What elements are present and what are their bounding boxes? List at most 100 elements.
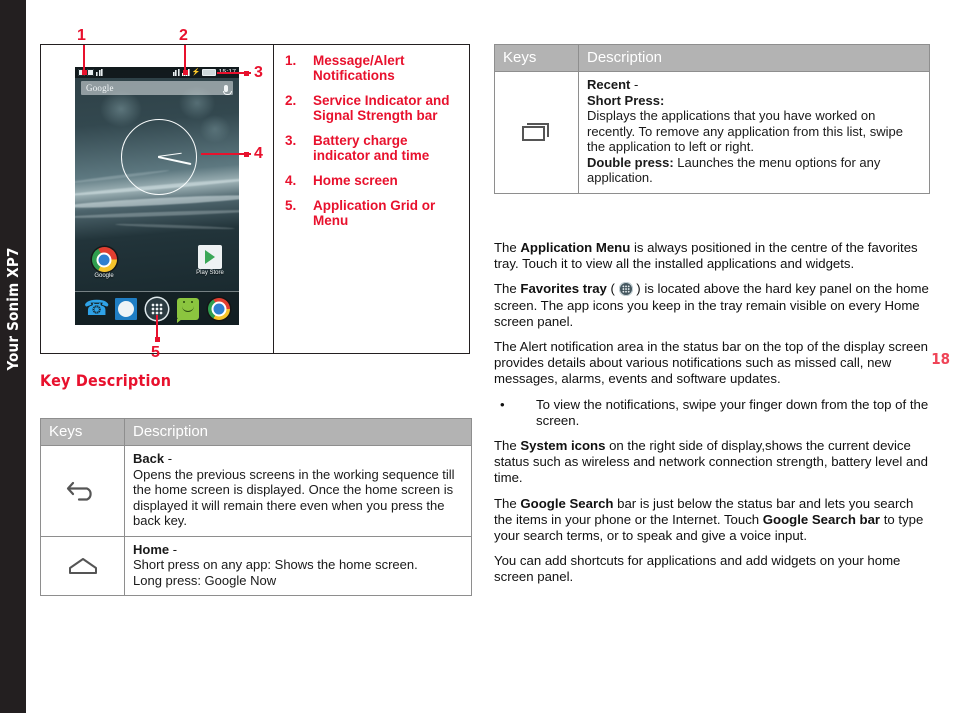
battery-icon: [202, 69, 217, 76]
legend-text: Application Grid or Menu: [313, 198, 436, 228]
paragraph-google-search: The Google Search bar is just below the …: [494, 496, 930, 545]
paragraph-favorites-tray: The Favorites tray ( ) is located above …: [494, 281, 930, 330]
callout-dot-4: [244, 151, 249, 157]
key-subtitle: Short Press:: [587, 92, 665, 108]
legend-number: 2.: [285, 93, 297, 108]
paragraph-shortcuts-widgets: You can add shortcuts for applications a…: [494, 553, 901, 585]
text-run-bold: Google Search: [520, 495, 614, 511]
key-body: Displays the applications that you have …: [587, 108, 903, 154]
legend-text: Message/Alert Notifications: [313, 53, 405, 83]
data-signal-icon: [172, 69, 180, 76]
message-notification-icon: [87, 69, 94, 76]
keys-table: Keys Description Back - Opens the previo…: [40, 418, 472, 596]
figure-panel: ⚡ 15:17 Google Google Play Store ☎: [40, 28, 470, 361]
play-store-icon: [198, 245, 222, 269]
key-dash: -: [169, 541, 178, 557]
key-title: Recent: [587, 77, 631, 92]
shortcut-label: Play Store: [196, 270, 224, 276]
column-header-description: Description: [124, 418, 472, 446]
callout-line-2: [184, 45, 186, 73]
wallpaper-wave: [75, 208, 239, 220]
paragraph-alert-notification: The Alert notification area in the statu…: [494, 339, 928, 387]
table-header-row: Keys Description: [40, 418, 472, 446]
contacts-icon[interactable]: [114, 297, 137, 320]
phone-screenshot: ⚡ 15:17 Google Google Play Store ☎: [75, 67, 239, 325]
home-shortcut-play-store[interactable]: Play Store: [193, 245, 227, 276]
chrome-browser-icon[interactable]: [208, 297, 231, 320]
messaging-icon[interactable]: [177, 297, 200, 323]
description-cell: Home - Short press on any app: Shows the…: [124, 535, 472, 596]
key-dash: -: [630, 77, 639, 92]
key-cell: [40, 535, 125, 596]
text-run: The: [494, 438, 521, 454]
paragraph-system-icons: The System icons on the right side of di…: [494, 438, 930, 487]
legend-item: 2. Service Indicator and Signal Strength…: [285, 93, 461, 123]
key-line-1: Short press on any app: Shows the home s…: [133, 557, 418, 572]
legend-number: 5.: [285, 198, 297, 213]
spine-chapter-label: Your Sonim XP7: [0, 0, 26, 713]
column-header-keys: Keys: [494, 44, 579, 72]
column-header-description: Description: [578, 44, 930, 72]
legend-text: Home screen: [313, 173, 398, 188]
legend-item: 4. Home screen: [285, 173, 461, 188]
legend-number: 4.: [285, 173, 297, 188]
paragraph-application-menu: The Application Menu is always positione…: [494, 240, 930, 272]
wallpaper-wave: [114, 222, 236, 231]
bullet-item: • To view the notifications, swipe your …: [494, 397, 930, 429]
legend-text: Service Indicator and Signal Strength ba…: [313, 93, 450, 123]
section-heading: Key Description: [40, 371, 172, 390]
column-header-keys: Keys: [40, 418, 125, 446]
key-dash: -: [164, 451, 173, 466]
key-cell: [494, 71, 579, 194]
table-header-row: Keys Description: [494, 44, 930, 72]
application-grid-icon: [618, 282, 633, 297]
bullet-text: To view the notifications, swipe your fi…: [536, 396, 929, 428]
key-description-table-right: Keys Description Recent - Short Press: D…: [494, 44, 930, 194]
table-row: Back - Opens the previous screens in the…: [40, 445, 472, 537]
clock-widget: [121, 119, 197, 195]
callout-number-4: 4: [254, 145, 263, 162]
page-number: 18: [931, 350, 950, 368]
wallpaper: [75, 67, 239, 325]
legend-text: Battery charge indicator and time: [313, 133, 430, 163]
key-body: Opens the previous screens in the workin…: [133, 466, 455, 529]
callout-number-2: 2: [179, 27, 188, 44]
figure-divider: [273, 45, 274, 353]
text-run-bold: Google Search bar: [762, 511, 881, 527]
recent-apps-icon: [495, 120, 578, 144]
callout-number-3: 3: [254, 64, 263, 81]
text-run: The: [494, 495, 521, 511]
key-line-2: Long press: Google Now: [133, 572, 277, 588]
figure-legend-list: 1. Message/Alert Notifications 2. Servic…: [285, 53, 461, 238]
description-cell: Back - Opens the previous screens in the…: [124, 445, 472, 537]
google-search-widget[interactable]: Google: [81, 81, 233, 95]
home-icon: [41, 555, 124, 577]
phone-status-bar: ⚡ 15:17: [75, 67, 239, 78]
text-run-bold: Application Menu: [520, 240, 631, 255]
key-title: Home: [133, 541, 170, 557]
list-notification-icon: [96, 69, 103, 76]
callout-number-5: 5: [151, 344, 160, 361]
text-run: The: [494, 281, 521, 297]
google-chrome-icon: [91, 247, 117, 272]
wallpaper-wave: [75, 193, 239, 210]
home-shortcut-google[interactable]: Google: [87, 247, 121, 279]
double-press-label: Double press:: [587, 154, 674, 170]
microphone-icon[interactable]: [222, 84, 232, 95]
body-copy-right-column: The Application Menu is always positione…: [494, 240, 930, 595]
callout-line-1: [83, 45, 85, 73]
legend-number: 1.: [285, 53, 297, 68]
legend-item: 5. Application Grid or Menu: [285, 198, 461, 228]
bullet-marker: •: [500, 396, 505, 412]
legend-item: 1. Message/Alert Notifications: [285, 53, 461, 83]
phone-dialer-icon[interactable]: ☎: [84, 297, 110, 320]
callout-dot-3: [244, 70, 249, 76]
clock-minute-hand: [157, 156, 192, 165]
callout-dot-2: [182, 70, 188, 75]
callout-number-1: 1: [77, 27, 86, 44]
text-run-bold: System icons: [520, 438, 606, 454]
text-run: (: [606, 281, 619, 297]
legend-number: 3.: [285, 133, 297, 148]
key-title: Back: [133, 451, 165, 466]
spine-chapter-text: Your Sonim XP7: [4, 247, 22, 371]
